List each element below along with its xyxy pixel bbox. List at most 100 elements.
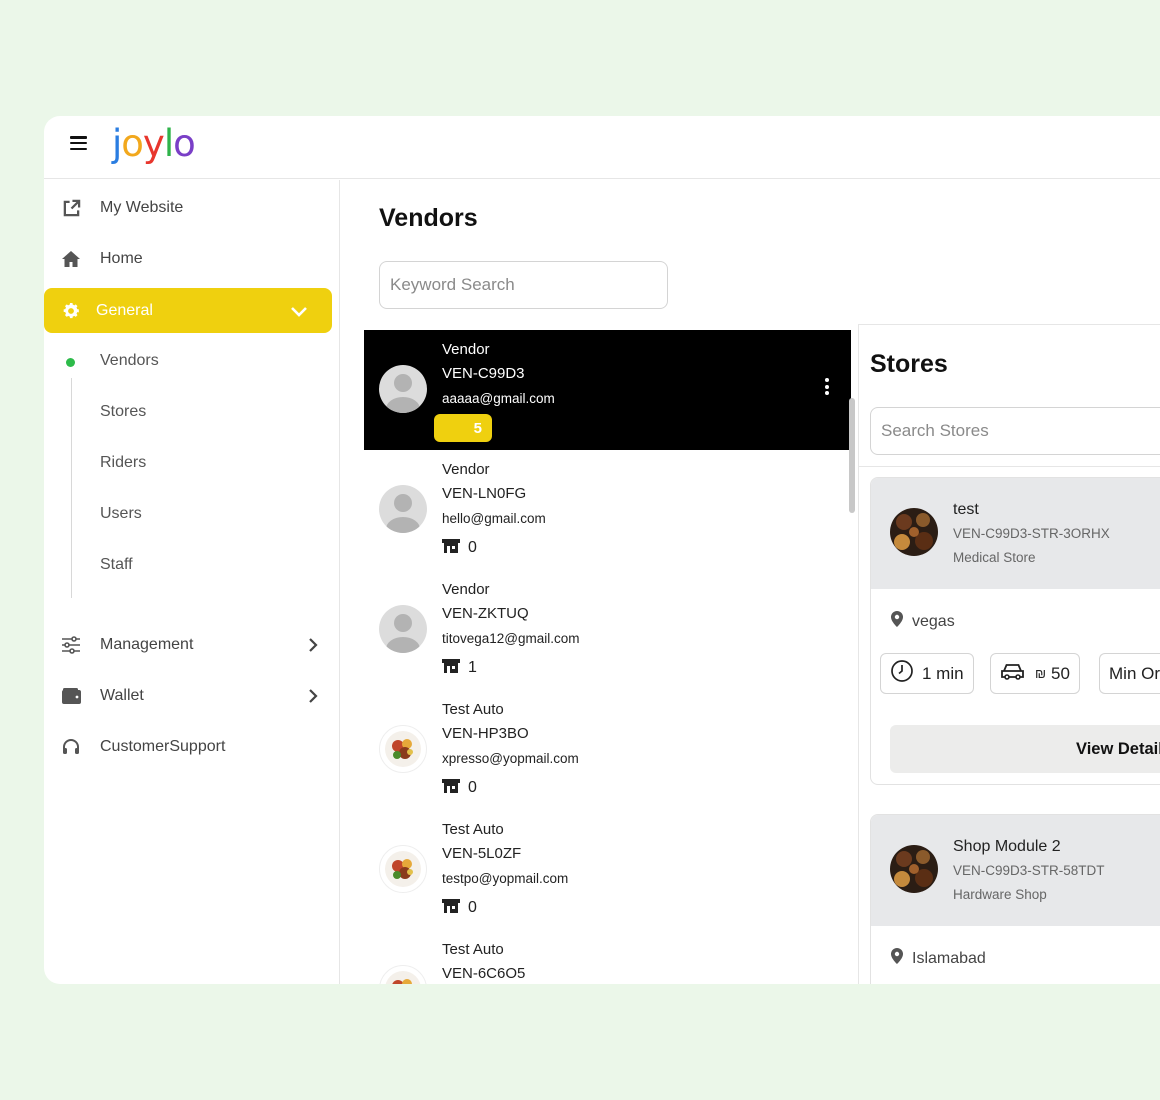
vendor-avatar bbox=[379, 965, 427, 984]
store-card: test VEN-C99D3-STR-3ORHX Medical Store v… bbox=[870, 477, 1160, 785]
vendor-type: Vendor bbox=[442, 461, 490, 478]
vendor-row[interactable]: Test Auto VEN-5L0ZF testpo@yopmail.com 0 bbox=[364, 810, 851, 930]
delivery-time: 1 min bbox=[922, 663, 964, 683]
sidebar-item-label: Wallet bbox=[100, 687, 144, 704]
page-title: Vendors bbox=[379, 204, 478, 232]
sidebar-item-management[interactable]: Management bbox=[44, 623, 332, 667]
delivery-time-pill: 1 min bbox=[880, 653, 974, 694]
logo-letter: j bbox=[112, 122, 122, 165]
logo-letter: l bbox=[163, 122, 174, 165]
sidebar-subitem-stores[interactable]: Stores bbox=[100, 403, 146, 421]
submenu-line bbox=[71, 378, 72, 598]
sidebar-item-home[interactable]: Home bbox=[44, 237, 332, 281]
top-bar: joylo bbox=[44, 116, 1160, 179]
vendor-row[interactable]: Test Auto VEN-6C6O5 bbox=[364, 930, 851, 984]
vendor-avatar bbox=[379, 845, 427, 893]
sidebar-item-customer-support[interactable]: CustomerSupport bbox=[44, 725, 332, 769]
store-count: 0 bbox=[442, 896, 477, 920]
logo-letter: y bbox=[142, 122, 165, 165]
min-order-label: Min Or bbox=[1109, 663, 1160, 683]
min-order-pill: Min Or bbox=[1099, 653, 1160, 694]
vendor-avatar bbox=[379, 485, 427, 533]
sidebar: My Website Home General Vendors Stores R… bbox=[44, 180, 340, 984]
more-options-icon[interactable] bbox=[823, 378, 831, 398]
store-icon bbox=[442, 658, 460, 678]
sidebar-subitem-riders[interactable]: Riders bbox=[100, 454, 146, 472]
store-code: VEN-C99D3-STR-58TDT bbox=[953, 863, 1105, 878]
store-location: vegas bbox=[891, 611, 955, 632]
gear-icon bbox=[61, 301, 81, 321]
vendor-row[interactable]: Vendor VEN-LN0FG hello@gmail.com 0 bbox=[364, 450, 851, 570]
store-icon bbox=[442, 538, 460, 558]
vendor-email: hello@gmail.com bbox=[442, 511, 546, 526]
menu-icon[interactable] bbox=[70, 136, 87, 151]
store-count: 0 bbox=[442, 776, 477, 800]
store-count-value: 0 bbox=[468, 779, 477, 796]
store-type: Medical Store bbox=[953, 550, 1036, 565]
divider bbox=[859, 466, 1160, 467]
wallet-icon bbox=[61, 686, 81, 706]
vendor-code: VEN-6C6O5 bbox=[442, 965, 526, 982]
delivery-fee-pill: ₪ 50 bbox=[990, 653, 1080, 694]
store-card-header: test VEN-C99D3-STR-3ORHX Medical Store bbox=[871, 478, 1160, 589]
store-card: Shop Module 2 VEN-C99D3-STR-58TDT Hardwa… bbox=[870, 814, 1160, 984]
vendor-avatar bbox=[379, 365, 427, 413]
delivery-fee: 50 bbox=[1051, 663, 1070, 683]
vendor-email: titovega12@gmail.com bbox=[442, 631, 580, 646]
vendor-avatar bbox=[379, 725, 427, 773]
store-image bbox=[890, 845, 938, 893]
sidebar-item-label: General bbox=[96, 301, 153, 319]
sidebar-item-label: Management bbox=[100, 636, 194, 653]
vendor-email: aaaaa@gmail.com bbox=[442, 391, 555, 406]
stores-title: Stores bbox=[870, 350, 948, 378]
active-indicator bbox=[66, 358, 75, 367]
store-count-value: 0 bbox=[468, 899, 477, 916]
stores-panel: Stores test VEN-C99D3-STR-3ORHX Medical … bbox=[858, 324, 1160, 984]
home-icon bbox=[61, 249, 81, 269]
location-pin-icon bbox=[891, 948, 903, 969]
store-type: Hardware Shop bbox=[953, 887, 1047, 902]
app-logo[interactable]: joylo bbox=[112, 122, 196, 165]
sidebar-subitem-users[interactable]: Users bbox=[100, 505, 142, 523]
chevron-down-icon bbox=[290, 305, 308, 317]
car-icon bbox=[1000, 661, 1025, 686]
vendor-code: VEN-HP3BO bbox=[442, 725, 529, 742]
currency-symbol: ₪ bbox=[1035, 666, 1047, 681]
sidebar-item-general[interactable]: General bbox=[44, 288, 332, 333]
store-count-badge: 5 bbox=[434, 414, 492, 442]
stores-search-input[interactable] bbox=[870, 407, 1160, 455]
app-window: joylo My Website Home General Vendors St… bbox=[44, 116, 1160, 984]
vendor-code: VEN-ZKTUQ bbox=[442, 605, 529, 622]
sidebar-subitem-staff[interactable]: Staff bbox=[100, 556, 133, 574]
vendor-avatar bbox=[379, 605, 427, 653]
vendor-row[interactable]: Vendor VEN-C99D3 aaaaa@gmail.com 5 bbox=[364, 330, 851, 450]
chevron-right-icon bbox=[308, 637, 318, 653]
external-link-icon bbox=[61, 198, 81, 218]
store-count-value: 1 bbox=[468, 659, 477, 676]
store-count: 0 bbox=[442, 536, 477, 560]
store-icon bbox=[442, 898, 460, 918]
sidebar-item-my-website[interactable]: My Website bbox=[44, 186, 332, 230]
vendor-row[interactable]: Vendor VEN-ZKTUQ titovega12@gmail.com 1 bbox=[364, 570, 851, 690]
store-card-header: Shop Module 2 VEN-C99D3-STR-58TDT Hardwa… bbox=[871, 815, 1160, 926]
vendor-email: testpo@yopmail.com bbox=[442, 871, 569, 886]
keyword-search-input[interactable] bbox=[379, 261, 668, 309]
vendor-type: Test Auto bbox=[442, 701, 504, 718]
sidebar-item-label: Home bbox=[100, 250, 143, 267]
vendor-code: VEN-5L0ZF bbox=[442, 845, 522, 862]
sliders-icon bbox=[61, 635, 81, 655]
clock-icon bbox=[890, 659, 914, 688]
vendor-row[interactable]: Test Auto VEN-HP3BO xpresso@yopmail.com 0 bbox=[364, 690, 851, 810]
sidebar-subitem-vendors[interactable]: Vendors bbox=[100, 352, 159, 370]
sidebar-item-wallet[interactable]: Wallet bbox=[44, 674, 332, 718]
vendor-email: xpresso@yopmail.com bbox=[442, 751, 579, 766]
vendor-list: Vendor VEN-C99D3 aaaaa@gmail.com 5 Vendor VEN… bbox=[364, 330, 851, 984]
store-location-text: vegas bbox=[912, 612, 955, 630]
view-details-button[interactable]: View Details bbox=[890, 725, 1160, 773]
sidebar-item-label: My Website bbox=[100, 199, 184, 216]
vendor-list-scrollbar[interactable] bbox=[849, 398, 855, 513]
chevron-right-icon bbox=[308, 688, 318, 704]
store-image bbox=[890, 508, 938, 556]
sidebar-item-label: CustomerSupport bbox=[100, 738, 226, 755]
logo-letter: o bbox=[173, 122, 196, 165]
